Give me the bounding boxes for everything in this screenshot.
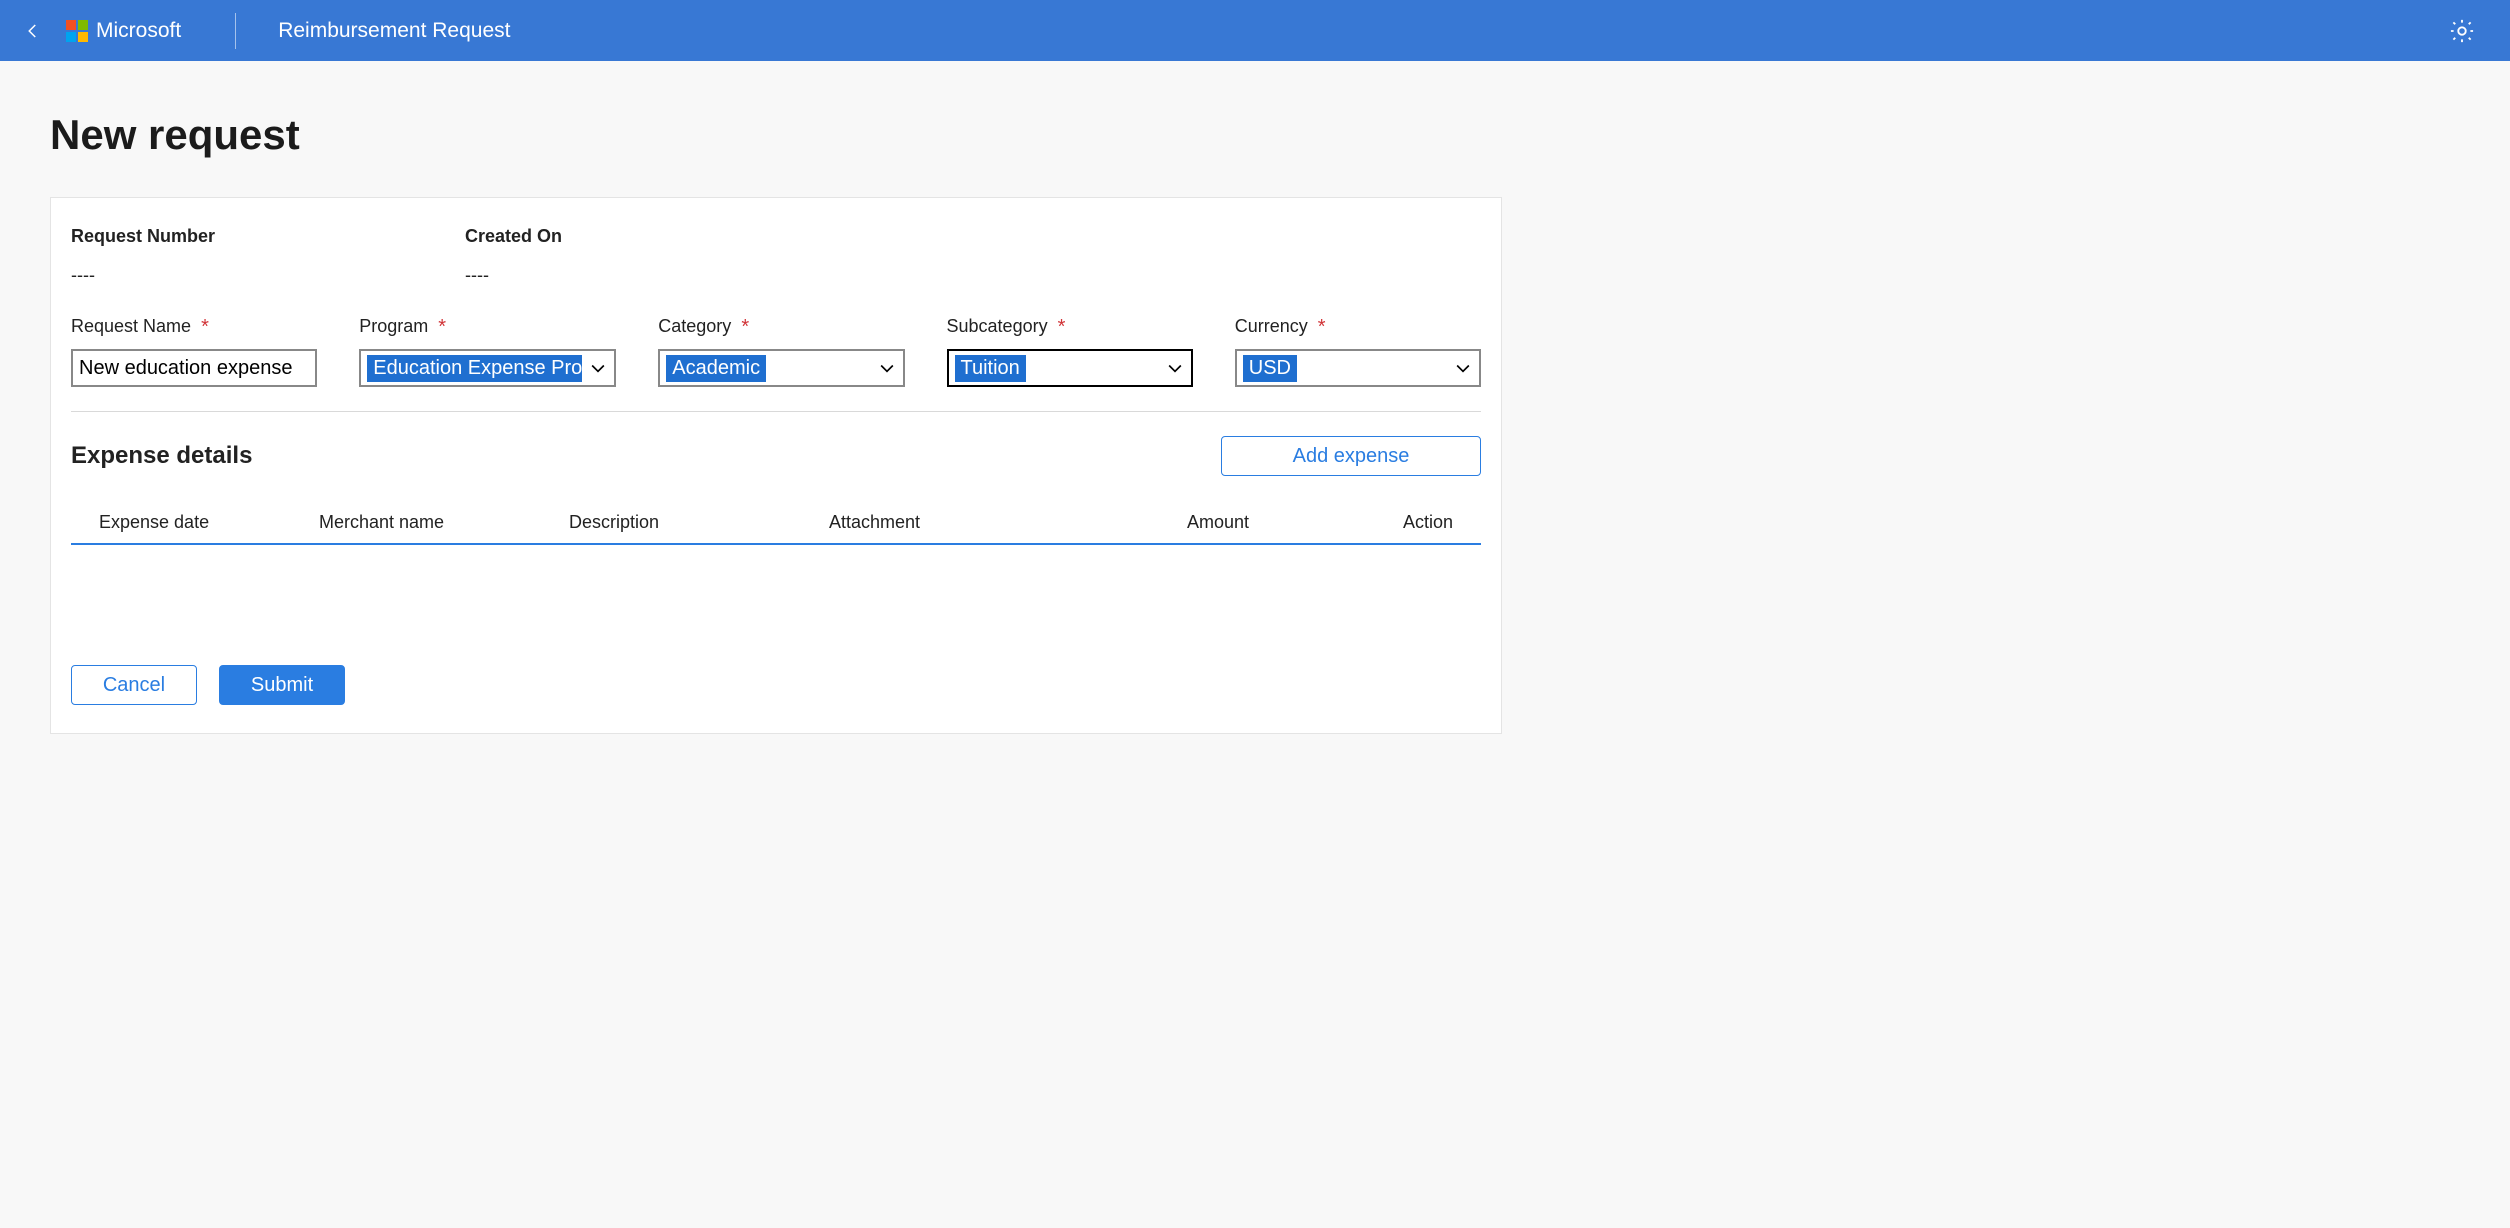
brand-text: Microsoft — [96, 19, 181, 43]
expense-details-title: Expense details — [71, 442, 252, 470]
header-separator — [235, 13, 236, 49]
subcategory-field: Subcategory * Tuition — [947, 316, 1193, 387]
request-name-field: Request Name * — [71, 316, 317, 387]
settings-button[interactable] — [2444, 13, 2480, 49]
app-header: Microsoft Reimbursement Request — [0, 0, 2510, 61]
request-number-label: Request Number — [71, 226, 215, 247]
page-body: New request Request Number ---- Created … — [0, 61, 2510, 734]
request-name-input[interactable] — [79, 357, 309, 380]
category-field: Category * Academic — [658, 316, 904, 387]
th-amount: Amount — [1099, 512, 1279, 533]
currency-value: USD — [1243, 355, 1297, 382]
created-on-field: Created On ---- — [465, 226, 562, 286]
request-name-input-wrap[interactable] — [71, 349, 317, 387]
th-attachment: Attachment — [829, 512, 1099, 533]
chevron-down-icon — [588, 358, 608, 378]
cancel-button[interactable]: Cancel — [71, 665, 197, 705]
microsoft-logo-icon — [66, 20, 88, 42]
currency-select[interactable]: USD — [1235, 349, 1481, 387]
gear-icon — [2448, 17, 2476, 45]
currency-field: Currency * USD — [1235, 316, 1481, 387]
back-button[interactable] — [18, 16, 48, 46]
submit-button[interactable]: Submit — [219, 665, 345, 705]
th-expense-date: Expense date — [99, 512, 319, 533]
program-select[interactable]: Education Expense Pro — [359, 349, 616, 387]
app-title: Reimbursement Request — [278, 19, 510, 43]
subcategory-label: Subcategory — [947, 316, 1048, 337]
request-number-field: Request Number ---- — [71, 226, 215, 286]
request-number-value: ---- — [71, 265, 215, 286]
microsoft-logo: Microsoft — [66, 19, 181, 43]
subcategory-select[interactable]: Tuition — [947, 349, 1193, 387]
category-select[interactable]: Academic — [658, 349, 904, 387]
chevron-down-icon — [877, 358, 897, 378]
created-on-label: Created On — [465, 226, 562, 247]
request-name-label: Request Name — [71, 316, 191, 337]
add-expense-button[interactable]: Add expense — [1221, 436, 1481, 476]
chevron-down-icon — [1165, 358, 1185, 378]
form-row: Request Name * Program * Education Expen… — [71, 316, 1481, 412]
th-merchant-name: Merchant name — [319, 512, 569, 533]
category-value: Academic — [666, 355, 766, 382]
th-action: Action — [1279, 512, 1453, 533]
chevron-down-icon — [1453, 358, 1473, 378]
expense-table-body — [71, 545, 1481, 655]
chevron-left-icon — [24, 22, 42, 40]
program-field: Program * Education Expense Pro — [359, 316, 616, 387]
category-label: Category — [658, 316, 731, 337]
expense-table-header: Expense date Merchant name Description A… — [71, 490, 1481, 545]
subcategory-value: Tuition — [955, 355, 1026, 382]
currency-label: Currency — [1235, 316, 1308, 337]
request-card: Request Number ---- Created On ---- Requ… — [50, 197, 1502, 734]
program-label: Program — [359, 316, 428, 337]
program-value: Education Expense Pro — [367, 355, 582, 382]
form-actions: Cancel Submit — [71, 665, 1481, 705]
readonly-row: Request Number ---- Created On ---- — [71, 226, 1481, 286]
expense-details-header: Expense details Add expense — [71, 436, 1481, 476]
th-description: Description — [569, 512, 829, 533]
page-title: New request — [50, 111, 2460, 159]
created-on-value: ---- — [465, 265, 562, 286]
